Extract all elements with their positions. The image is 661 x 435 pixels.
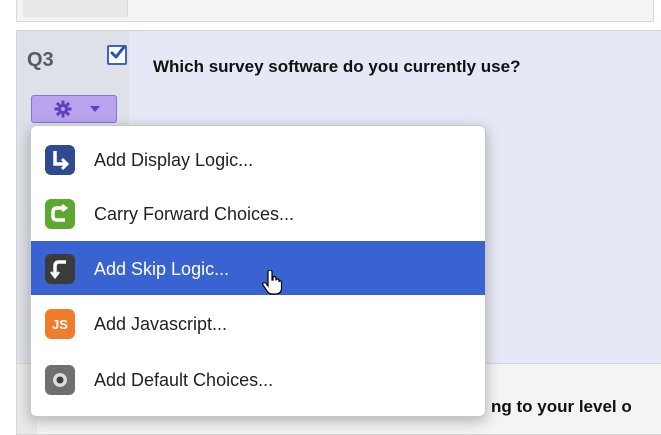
carry-forward-icon [45, 199, 75, 229]
menu-item-label: Add Skip Logic... [94, 259, 230, 279]
menu-item-add-skip-logic[interactable]: Add Skip Logic... [31, 241, 485, 295]
menu-item-add-default-choices[interactable]: Add Default Choices... [31, 352, 485, 406]
menu-item-add-display-logic[interactable]: Add Display Logic... [31, 132, 485, 186]
default-choices-icon [45, 365, 75, 395]
question-number: Q3 [27, 49, 54, 71]
display-logic-icon [45, 145, 75, 175]
checkmark-icon [110, 45, 126, 59]
question-options-menu: Add Display Logic... Carry Forward Choic… [30, 125, 486, 417]
menu-item-label: Add Javascript... [94, 314, 228, 334]
question-select-checkbox[interactable] [107, 45, 127, 65]
menu-item-add-javascript[interactable]: JS Add Javascript... [31, 296, 485, 350]
hand-pointer-icon [262, 270, 282, 295]
gear-icon [54, 100, 72, 118]
next-question-text[interactable]: ng to your level o [491, 397, 632, 417]
menu-item-label: Carry Forward Choices... [94, 204, 295, 224]
menu-item-label: Add Display Logic... [94, 150, 254, 170]
skip-logic-icon [45, 254, 75, 284]
chevron-down-icon [90, 106, 100, 112]
menu-item-carry-forward-choices[interactable]: Carry Forward Choices... [31, 186, 485, 240]
previous-question-block [16, 0, 654, 22]
question-options-button[interactable] [31, 95, 117, 123]
svg-text:JS: JS [52, 317, 68, 332]
javascript-icon: JS [45, 309, 75, 339]
question-text[interactable]: Which survey software do you currently u… [153, 57, 661, 77]
previous-question-tab [23, 0, 128, 17]
menu-item-label: Add Default Choices... [94, 370, 274, 390]
